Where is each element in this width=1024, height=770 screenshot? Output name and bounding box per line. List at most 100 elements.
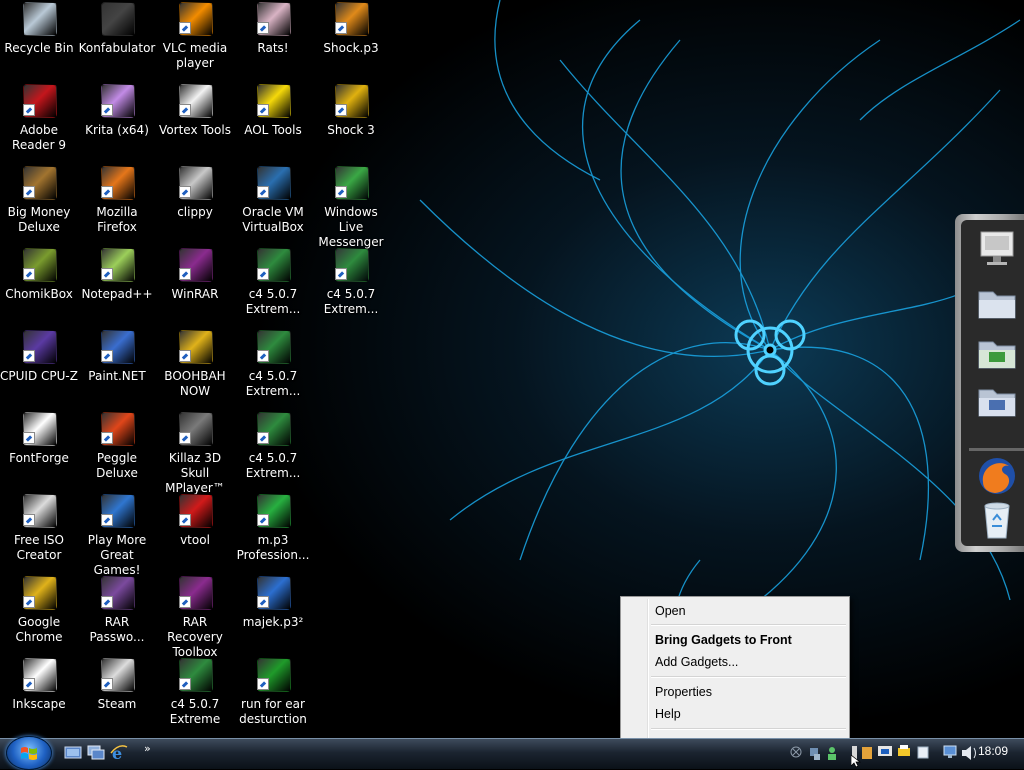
desktop-icon[interactable]: Shock.p3 [312,0,390,80]
folder-blue-icon[interactable] [975,380,1019,420]
desktop-icon[interactable]: Mozilla Firefox [78,164,156,244]
desktop-icon[interactable]: Free ISO Creator [0,492,78,572]
desktop-icon-label: Shock.p3 [323,41,379,55]
internet-explorer-icon[interactable]: e [110,744,128,763]
firefox-icon[interactable] [975,456,1019,496]
krita-icon [101,84,135,118]
desktop-icon[interactable]: Killaz 3D Skull MPlayer™ [156,410,234,495]
desktop-icon[interactable]: clippy [156,164,234,244]
desktop-icon[interactable]: run for ear desturction [234,656,312,736]
vortex-tools-icon [179,84,213,118]
shortcut-arrow-icon [257,186,269,198]
gadget-context-menu: Open Bring Gadgets to Front Add Gadgets.… [620,596,850,758]
desktop-icon[interactable]: ChomikBox [0,246,78,326]
shortcut-arrow-icon [101,596,113,608]
shortcut-arrow-icon [23,432,35,444]
desktop-icon-label: Peggle Deluxe [96,451,138,480]
fontforge-icon [23,412,57,446]
folder-icon[interactable] [975,282,1019,322]
desktop-icon[interactable]: VLC media player [156,0,234,80]
steam-icon [101,658,135,692]
menu-item-open[interactable]: Open [655,601,686,621]
desktop-icon-label: m.p3 Profession... [236,533,310,562]
desktop-icon[interactable]: c4 5.0.7 Extrem... [234,246,312,326]
desktop-icon[interactable]: Peggle Deluxe [78,410,156,490]
shortcut-arrow-icon [101,432,113,444]
desktop-icon[interactable]: Google Chrome [0,574,78,654]
konfabulator-icon [101,2,135,36]
desktop-icon[interactable]: Rats! [234,0,312,80]
desktop-icon[interactable]: vtool [156,492,234,572]
shortcut-arrow-icon [179,350,191,362]
shortcut-arrow-icon [257,432,269,444]
shortcut-arrow-icon [179,678,191,690]
desktop-icon[interactable]: RAR Recovery Toolbox [156,574,234,659]
inkscape-icon [23,658,57,692]
desktop-icon[interactable]: Windows Live Messenger [312,164,390,249]
desktop-icon[interactable]: Konfabulator [78,0,156,80]
desktop-icon[interactable]: Oracle VM VirtualBox [234,164,312,244]
desktop-icon[interactable]: RAR Passwo... [78,574,156,654]
desktop-icon[interactable]: Play More Great Games! [78,492,156,577]
shortcut-arrow-icon [23,104,35,116]
desktop-icon[interactable]: CPUID CPU-Z [0,328,78,408]
desktop-icon[interactable]: FontForge [0,410,78,490]
desktop-icon[interactable]: Recycle Bin [0,0,78,80]
shortcut-arrow-icon [179,22,191,34]
desktop-icon-label: Shock 3 [327,123,375,137]
desktop-icon-label: Vortex Tools [159,123,231,137]
shortcut-arrow-icon [257,22,269,34]
switch-windows-icon[interactable] [87,745,105,761]
desktop-icon-label: RAR Recovery Toolbox [167,615,223,659]
shortcut-arrow-icon [257,268,269,280]
desktop-icon[interactable]: majek.p3² [234,574,312,654]
chomikbox-icon [23,248,57,282]
desktop-icon[interactable]: Inkscape [0,656,78,736]
desktop-icon[interactable]: Vortex Tools [156,82,234,162]
shortcut-arrow-icon [257,514,269,526]
vtool-icon [179,494,213,528]
menu-item-properties[interactable]: Properties [655,682,712,702]
desktop-icon[interactable]: BOOHBAH NOW [156,328,234,408]
start-button[interactable] [6,736,52,770]
show-desktop-icon[interactable] [64,745,82,761]
tray-display-icon [878,746,892,756]
shock-3-icon [335,84,369,118]
menu-item-bring-gadgets-to-front[interactable]: Bring Gadgets to Front [655,630,792,650]
desktop-icon[interactable]: Paint.NET [78,328,156,408]
desktop-icon[interactable]: m.p3 Profession... [234,492,312,572]
shortcut-arrow-icon [23,350,35,362]
computer-icon[interactable] [975,228,1019,268]
desktop-icon-label: WinRAR [171,287,219,301]
menu-item-help[interactable]: Help [655,704,681,724]
chrome-icon [179,330,213,364]
desktop-icon[interactable]: c4 5.0.7 Extreme [156,656,234,736]
desktop-icon[interactable]: Adobe Reader 9 [0,82,78,162]
desktop-icon[interactable]: Shock 3 [312,82,390,162]
desktop-icon[interactable]: c4 5.0.7 Extrem... [234,328,312,408]
menu-item-add-gadgets[interactable]: Add Gadgets... [655,652,738,672]
recycle-bin-icon[interactable] [975,500,1019,540]
desktop-icon[interactable]: AOL Tools [234,82,312,162]
taskbar-clock[interactable]: 18:09 [978,744,1008,758]
desktop-icon[interactable]: c4 5.0.7 Extrem... [312,246,390,326]
shortcut-arrow-icon [257,350,269,362]
shortcut-arrow-icon [23,596,35,608]
desktop-icon-label: Oracle VM VirtualBox [242,205,304,234]
recycle-bin-icon [23,2,57,36]
tray-volume-icon [962,746,976,760]
shortcut-arrow-icon [335,268,347,280]
tray-network-icon [810,748,820,760]
desktop-icon[interactable]: Big Money Deluxe [0,164,78,244]
desktop-icon[interactable]: Steam [78,656,156,736]
desktop-icon-label: Inkscape [12,697,66,711]
desktop-icon[interactable]: Notepad++ [78,246,156,326]
rar-recovery-icon [179,576,213,610]
shortcut-arrow-icon [257,104,269,116]
shortcut-arrow-icon [23,678,35,690]
desktop-icon[interactable]: Krita (x64) [78,82,156,162]
desktop-icon[interactable]: c4 5.0.7 Extrem... [234,410,312,490]
quick-launch-overflow[interactable]: » [144,742,151,755]
folder-green-icon[interactable] [975,332,1019,372]
desktop-icon[interactable]: WinRAR [156,246,234,326]
